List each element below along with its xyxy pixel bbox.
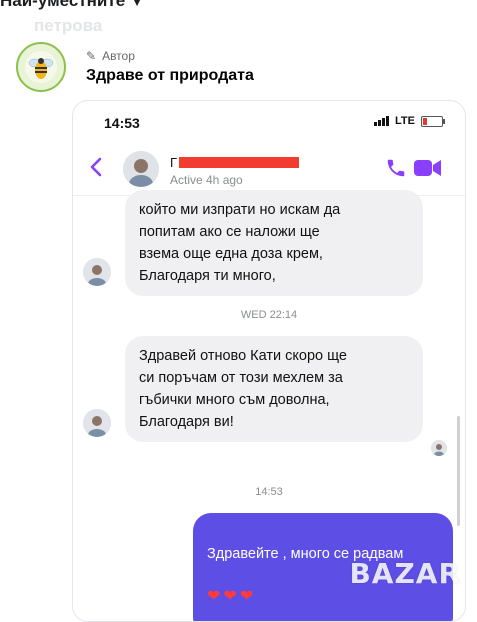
contact-status: Active 4h ago <box>170 173 243 187</box>
signal-icon <box>374 116 390 126</box>
timestamp: WED 22:14 <box>240 309 298 321</box>
redaction-bar <box>179 156 300 168</box>
heart-icon: ❤ <box>223 588 237 605</box>
scrollbar[interactable] <box>457 416 460 526</box>
faded-text: петрова <box>34 16 103 35</box>
battery-icon <box>421 115 445 127</box>
read-receipt-avatar <box>431 440 447 456</box>
timestamp: 14:53 <box>255 486 283 498</box>
post-header: ✎ Автор Здраве от природата <box>16 42 254 92</box>
watermark-logo: BAZAR <box>349 557 461 590</box>
sort-label: Най-уместните <box>0 0 126 10</box>
messenger-screenshot: 14:53 LTE Г Active 4h ago който ми изпра… <box>72 100 466 622</box>
heart-icon: ❤ <box>239 588 254 605</box>
author-block: ✎ Автор Здраве от природата <box>86 49 254 85</box>
contact-avatar[interactable] <box>123 151 159 187</box>
sender-avatar <box>83 409 111 437</box>
status-icons: LTE <box>374 115 445 127</box>
pencil-icon: ✎ <box>86 49 97 63</box>
status-bar: 14:53 LTE <box>73 115 465 135</box>
author-badge-label: Автор <box>102 49 135 63</box>
heart-emojis: ❤ ❤ ❤ <box>207 589 439 605</box>
author-badge: ✎ Автор <box>86 49 254 63</box>
contact-name: Г <box>170 154 300 170</box>
incoming-message: Здравей отново Кати скоро ще си поръчам … <box>125 336 423 442</box>
network-label: LTE <box>395 115 415 127</box>
incoming-message: който ми изпрати но искам да попитам ако… <box>125 190 423 296</box>
sender-avatar <box>83 258 111 286</box>
phone-call-icon[interactable] <box>385 157 407 179</box>
chevron-down-icon: ▼ <box>131 0 144 9</box>
contact-name-text: Г <box>170 154 178 170</box>
group-avatar[interactable] <box>16 42 66 92</box>
group-name[interactable]: Здраве от природата <box>86 67 254 85</box>
heart-icon: ❤ <box>207 588 221 605</box>
bee-icon <box>25 51 57 83</box>
status-time: 14:53 <box>104 115 140 131</box>
back-arrow-icon[interactable] <box>89 157 103 177</box>
video-call-icon[interactable] <box>414 159 442 177</box>
sort-selector[interactable]: Най-уместните ▼ <box>0 0 143 11</box>
chat-header: Г Active 4h ago <box>73 145 465 196</box>
